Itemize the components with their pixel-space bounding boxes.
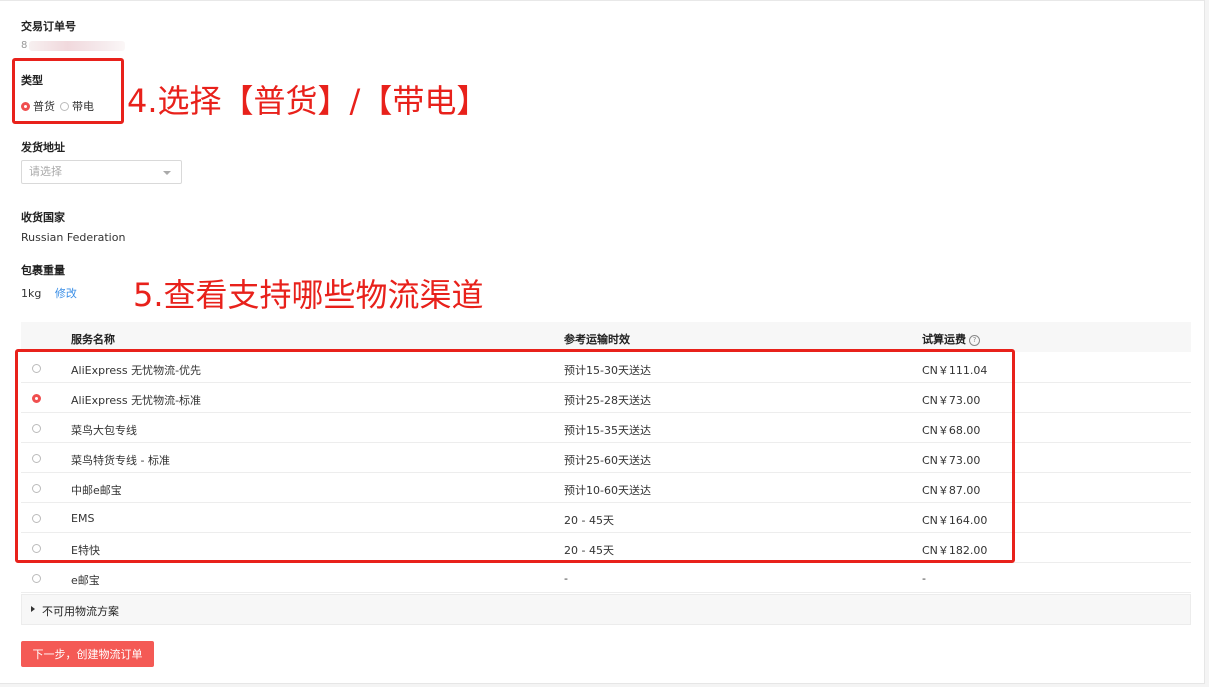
- top-divider: [0, 0, 1204, 1]
- cell-time: -: [564, 572, 568, 585]
- annotation-step5: 5.查看支持哪些物流渠道: [133, 276, 484, 314]
- weight-edit-link[interactable]: 修改: [55, 287, 77, 300]
- weight-value: 1kg: [21, 287, 42, 300]
- chevron-down-icon: [163, 171, 171, 175]
- help-icon[interactable]: ?: [969, 334, 980, 346]
- order-no-prefix: 8: [21, 40, 28, 51]
- unavailable-options-toggle[interactable]: 不可用物流方案: [21, 594, 1191, 625]
- col-service-header: 服务名称: [71, 333, 115, 346]
- col-fee-header-label: 试算运费: [922, 333, 966, 346]
- caret-right-icon: [31, 606, 35, 612]
- annotation-step4: 4.选择【普货】/【带电】: [127, 82, 489, 120]
- weight-label: 包裹重量: [21, 264, 65, 277]
- order-no-redacted: [29, 41, 125, 51]
- next-create-order-button[interactable]: 下一步，创建物流订单: [21, 641, 154, 667]
- col-fee-header: 试算运费?: [922, 331, 980, 347]
- cell-fee: -: [922, 572, 926, 585]
- weight-row: 1kg 修改: [21, 285, 77, 301]
- annotation-box-services: [15, 349, 1015, 563]
- order-no-label: 交易订单号: [21, 20, 76, 33]
- ship-address-label: 发货地址: [21, 141, 65, 154]
- table-header: 服务名称 参考运输时效 试算运费?: [21, 322, 1191, 352]
- cell-service: e邮宝: [71, 574, 100, 587]
- table-row[interactable]: e邮宝 - -: [21, 563, 1191, 593]
- row-radio[interactable]: [32, 574, 41, 583]
- dest-country-label: 收货国家: [21, 211, 65, 224]
- dest-country-value: Russian Federation: [21, 231, 126, 244]
- ship-address-placeholder: 请选择: [29, 165, 62, 178]
- ship-address-select[interactable]: 请选择: [21, 160, 182, 184]
- col-time-header: 参考运输时效: [564, 333, 630, 346]
- annotation-box-type: [12, 58, 124, 124]
- form-panel: 交易订单号 8 类型 普货 带电 发货地址 请选择 收货国家 Russian F…: [0, 0, 1205, 684]
- unavailable-options-label: 不可用物流方案: [42, 605, 119, 618]
